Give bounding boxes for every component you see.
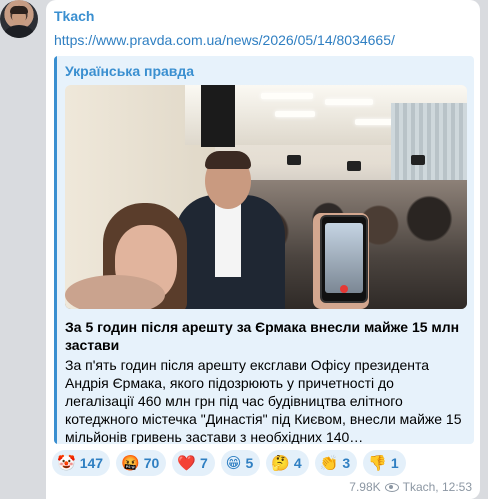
grinning-face-icon: 😁 [225, 453, 242, 472]
reaction-grin[interactable]: 😁 5 [220, 450, 261, 476]
avatar-shirt [4, 25, 34, 38]
clown-face-icon: 🤡 [57, 453, 76, 472]
signature-time: Tkach, 12:53 [402, 480, 472, 494]
reaction-count: 70 [143, 455, 160, 471]
link-preview[interactable]: Українська правда За 5 годин після арешт… [54, 56, 474, 444]
view-count: 7.98K [349, 480, 381, 494]
message-meta: 7.98K Tkach, 12:53 [349, 480, 472, 494]
photo-wall-screen [201, 85, 235, 147]
channel-avatar[interactable] [0, 0, 38, 38]
reaction-clap[interactable]: 👏 3 [314, 450, 358, 476]
photo-light [275, 111, 315, 117]
post-link[interactable]: https://www.pravda.com.ua/news/2026/05/1… [54, 32, 395, 48]
angry-face-icon: 🤬 [121, 453, 140, 472]
photo-phone [320, 215, 368, 303]
eye-icon [384, 482, 399, 492]
reaction-thinking[interactable]: 🤔 4 [266, 450, 309, 476]
photo-man-shirt [215, 197, 241, 277]
reactions-bar: 🤡 147 🤬 70 ❤️ 7 😁 5 🤔 4 👏 3 👎 1 [52, 450, 406, 476]
camera-icon [411, 155, 425, 165]
message-bubble: Tkach https://www.pravda.com.ua/news/202… [46, 0, 480, 499]
reaction-count: 4 [293, 455, 302, 471]
clapping-hands-icon: 👏 [319, 453, 339, 472]
photo-man-hair [205, 151, 251, 169]
photo-light [325, 99, 373, 105]
thinking-face-icon: 🤔 [271, 453, 290, 472]
camera-icon [347, 161, 361, 171]
reaction-count: 7 [200, 455, 208, 471]
photo-light [355, 119, 395, 125]
reaction-count: 3 [342, 455, 351, 471]
thumbs-down-icon: 👎 [368, 453, 387, 472]
preview-image[interactable] [65, 85, 467, 309]
photo-foreground-head [65, 275, 165, 309]
reaction-count: 1 [390, 455, 399, 471]
reaction-count: 5 [245, 455, 254, 471]
photo-light [261, 93, 313, 99]
camera-icon [287, 155, 301, 165]
reaction-thumbs-down[interactable]: 👎 1 [363, 450, 406, 476]
avatar-hair [10, 6, 28, 14]
record-icon [340, 285, 348, 293]
heart-icon: ❤️ [177, 453, 196, 472]
reaction-clown[interactable]: 🤡 147 [52, 450, 111, 476]
reaction-heart[interactable]: ❤️ 7 [172, 450, 215, 476]
reaction-count: 147 [79, 455, 104, 471]
preview-title[interactable]: За 5 годин після арешту за Єрмака внесли… [65, 318, 465, 354]
author-name[interactable]: Tkach [54, 8, 94, 24]
preview-site-name: Українська правда [65, 63, 195, 79]
reaction-angry[interactable]: 🤬 70 [116, 450, 167, 476]
preview-accent-bar [54, 56, 57, 444]
preview-description: За п'ять годин після арешту ексглави Офі… [65, 357, 462, 444]
photo-phone-screen [325, 223, 363, 293]
